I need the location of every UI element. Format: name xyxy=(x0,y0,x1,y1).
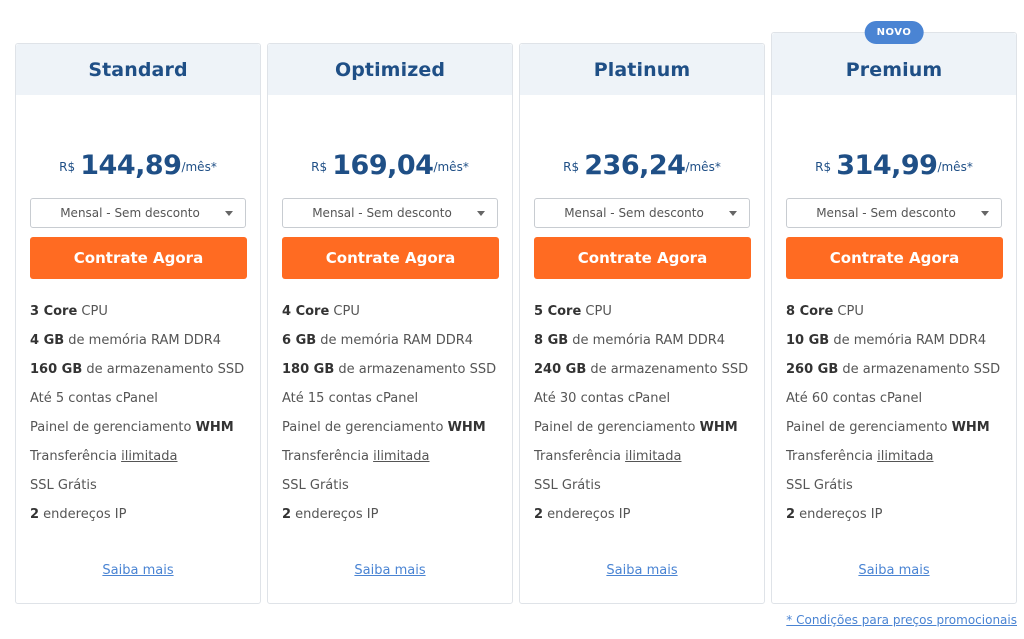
feature-ssl: SSL Grátis xyxy=(282,478,349,493)
feature-whm: Painel de gerenciamento WHM xyxy=(282,420,486,435)
price-currency: R$ xyxy=(815,160,832,174)
feature-ram: 8 GB de memória RAM DDR4 xyxy=(534,333,726,348)
plan-price: R$ 169,04/mês* xyxy=(268,150,512,181)
chevron-down-icon xyxy=(981,211,989,216)
plan-card-standard: Standard R$ 144,89/mês* Mensal - Sem des… xyxy=(15,43,261,604)
learn-more-link[interactable]: Saiba mais xyxy=(772,563,1016,578)
price-currency: R$ xyxy=(59,160,76,174)
plan-card-optimized: Optimized R$ 169,04/mês* Mensal - Sem de… xyxy=(267,43,513,604)
billing-period-value: Mensal - Sem desconto xyxy=(816,206,956,220)
contract-now-button[interactable]: Contrate Agora xyxy=(534,237,751,279)
plan-price: R$ 314,99/mês* xyxy=(772,150,1016,181)
unlimited-link[interactable]: ilimitada xyxy=(625,449,681,464)
chevron-down-icon xyxy=(225,211,233,216)
feature-ip: 2 endereços IP xyxy=(282,507,379,522)
unlimited-link[interactable]: ilimitada xyxy=(877,449,933,464)
billing-period-value: Mensal - Sem desconto xyxy=(564,206,704,220)
pricing-plans: Standard R$ 144,89/mês* Mensal - Sem des… xyxy=(15,0,1018,610)
feature-whm: Painel de gerenciamento WHM xyxy=(534,420,738,435)
unlimited-link[interactable]: ilimitada xyxy=(121,449,177,464)
feature-cpanel: Até 60 contas cPanel xyxy=(786,391,923,406)
promo-conditions-link[interactable]: * Condições para preços promocionais xyxy=(786,613,1017,627)
plan-header: Platinum xyxy=(520,44,764,95)
billing-period-select[interactable]: Mensal - Sem desconto xyxy=(786,198,1002,228)
feature-ssl: SSL Grátis xyxy=(534,478,601,493)
price-amount: 169,04 xyxy=(332,150,434,181)
billing-period-value: Mensal - Sem desconto xyxy=(60,206,200,220)
feature-cpu: 4 Core CPU xyxy=(282,304,360,319)
price-suffix: /mês* xyxy=(685,160,721,174)
plan-price: R$ 236,24/mês* xyxy=(520,150,764,181)
feature-transfer: Transferência ilimitada xyxy=(30,449,178,464)
billing-period-select[interactable]: Mensal - Sem desconto xyxy=(534,198,750,228)
plan-name: Platinum xyxy=(593,58,691,81)
chevron-down-icon xyxy=(477,211,485,216)
feature-ram: 4 GB de memória RAM DDR4 xyxy=(30,333,222,348)
feature-ram: 10 GB de memória RAM DDR4 xyxy=(786,333,987,348)
price-currency: R$ xyxy=(311,160,328,174)
price-suffix: /mês* xyxy=(937,160,973,174)
contract-now-button[interactable]: Contrate Agora xyxy=(30,237,247,279)
feature-transfer: Transferência ilimitada xyxy=(282,449,430,464)
plan-card-platinum: Platinum R$ 236,24/mês* Mensal - Sem des… xyxy=(519,43,765,604)
contract-now-button[interactable]: Contrate Agora xyxy=(282,237,499,279)
plan-header: Optimized xyxy=(268,44,512,95)
plan-name: Optimized xyxy=(334,58,446,81)
price-amount: 314,99 xyxy=(836,150,938,181)
feature-storage: 180 GB de armazenamento SSD xyxy=(282,362,497,377)
feature-ip: 2 endereços IP xyxy=(534,507,631,522)
feature-cpu: 3 Core CPU xyxy=(30,304,108,319)
feature-ssl: SSL Grátis xyxy=(30,478,97,493)
feature-storage: 260 GB de armazenamento SSD xyxy=(786,362,1001,377)
billing-period-select[interactable]: Mensal - Sem desconto xyxy=(282,198,498,228)
feature-ssl: SSL Grátis xyxy=(786,478,853,493)
feature-whm: Painel de gerenciamento WHM xyxy=(30,420,234,435)
feature-list: 5 Core CPU 8 GB de memória RAM DDR4 240 … xyxy=(534,302,756,534)
feature-storage: 240 GB de armazenamento SSD xyxy=(534,362,749,377)
learn-more-link[interactable]: Saiba mais xyxy=(16,563,260,578)
feature-storage: 160 GB de armazenamento SSD xyxy=(30,362,245,377)
feature-list: 8 Core CPU 10 GB de memória RAM DDR4 260… xyxy=(786,302,1008,534)
feature-cpu: 8 Core CPU xyxy=(786,304,864,319)
feature-transfer: Transferência ilimitada xyxy=(786,449,934,464)
feature-list: 4 Core CPU 6 GB de memória RAM DDR4 180 … xyxy=(282,302,504,534)
unlimited-link[interactable]: ilimitada xyxy=(373,449,429,464)
plan-name: Standard xyxy=(88,58,188,81)
plan-price: R$ 144,89/mês* xyxy=(16,150,260,181)
learn-more-link[interactable]: Saiba mais xyxy=(520,563,764,578)
learn-more-link[interactable]: Saiba mais xyxy=(268,563,512,578)
price-suffix: /mês* xyxy=(181,160,217,174)
price-amount: 144,89 xyxy=(80,150,182,181)
billing-period-value: Mensal - Sem desconto xyxy=(312,206,452,220)
billing-period-select[interactable]: Mensal - Sem desconto xyxy=(30,198,246,228)
feature-ip: 2 endereços IP xyxy=(30,507,127,522)
new-badge: NOVO xyxy=(864,21,924,44)
plan-header: Standard xyxy=(16,44,260,95)
chevron-down-icon xyxy=(729,211,737,216)
plan-card-premium: NOVO Premium R$ 314,99/mês* Mensal - Sem… xyxy=(771,21,1017,604)
feature-ram: 6 GB de memória RAM DDR4 xyxy=(282,333,474,348)
feature-whm: Painel de gerenciamento WHM xyxy=(786,420,990,435)
feature-list: 3 Core CPU 4 GB de memória RAM DDR4 160 … xyxy=(30,302,252,534)
contract-now-button[interactable]: Contrate Agora xyxy=(786,237,1003,279)
price-currency: R$ xyxy=(563,160,580,174)
feature-cpu: 5 Core CPU xyxy=(534,304,612,319)
price-amount: 236,24 xyxy=(584,150,686,181)
plan-name: Premium xyxy=(845,58,943,81)
feature-transfer: Transferência ilimitada xyxy=(534,449,682,464)
feature-cpanel: Até 30 contas cPanel xyxy=(534,391,671,406)
feature-cpanel: Até 15 contas cPanel xyxy=(282,391,419,406)
feature-cpanel: Até 5 contas cPanel xyxy=(30,391,158,406)
price-suffix: /mês* xyxy=(433,160,469,174)
feature-ip: 2 endereços IP xyxy=(786,507,883,522)
